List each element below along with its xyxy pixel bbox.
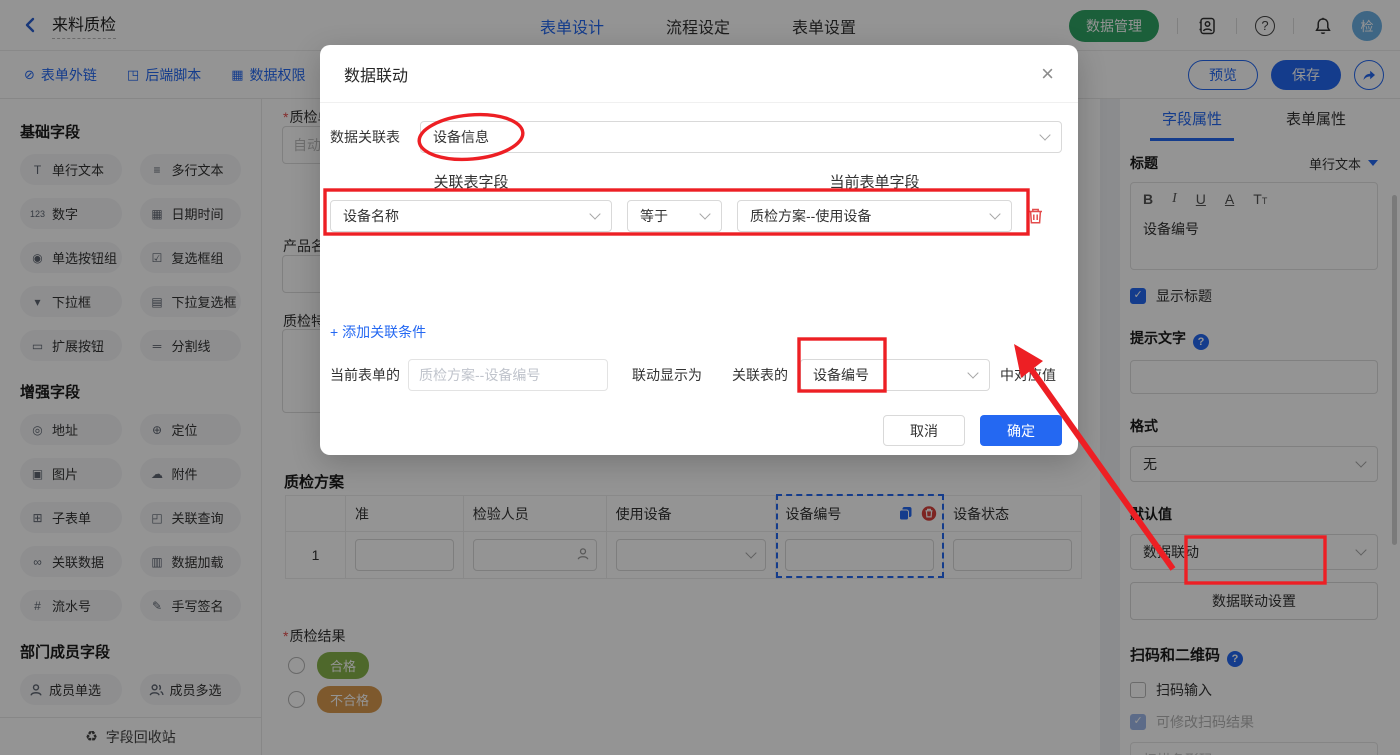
app-window: 来料质检 表单设计 流程设定 表单设置 数据管理 ? 检 ⊘ 表单外链 ◳ 后端…: [0, 0, 1400, 755]
data-linkage-dialog: 数据联动 × 数据关联表 设备信息 关联表字段 当前表单字段 设备名称 等于 质…: [320, 45, 1078, 455]
close-icon[interactable]: ×: [1041, 62, 1054, 85]
condition-row: 设备名称 等于 质检方案--使用设备: [330, 200, 1062, 232]
dialog-title: 数据联动: [344, 67, 409, 85]
relation-table-label: 数据关联表: [330, 129, 400, 145]
dialog-body: 数据关联表 设备信息 关联表字段 当前表单字段 设备名称 等于 质检方案--使用…: [320, 103, 1078, 446]
condition-column-headers: 关联表字段 当前表单字段: [433, 174, 920, 191]
mapping-row: 当前表单的 联动显示为 关联表的 设备编号 中对应值: [330, 359, 1062, 391]
cancel-button[interactable]: 取消: [883, 415, 965, 446]
relation-table-select[interactable]: 设备信息: [420, 121, 1062, 153]
target-field-input: [408, 359, 608, 391]
source-field-select[interactable]: 设备编号: [800, 359, 990, 391]
delete-condition-button[interactable]: [1027, 207, 1044, 225]
trash-icon: [1029, 208, 1042, 224]
relation-field-select[interactable]: 设备名称: [330, 200, 612, 232]
operator-select[interactable]: 等于: [627, 200, 722, 232]
dialog-footer: 取消 确定: [330, 415, 1062, 446]
confirm-button[interactable]: 确定: [980, 415, 1062, 446]
add-condition-link[interactable]: + 添加关联条件: [330, 322, 1062, 342]
form-field-select[interactable]: 质检方案--使用设备: [737, 200, 1012, 232]
dialog-header: 数据联动 ×: [320, 45, 1078, 103]
